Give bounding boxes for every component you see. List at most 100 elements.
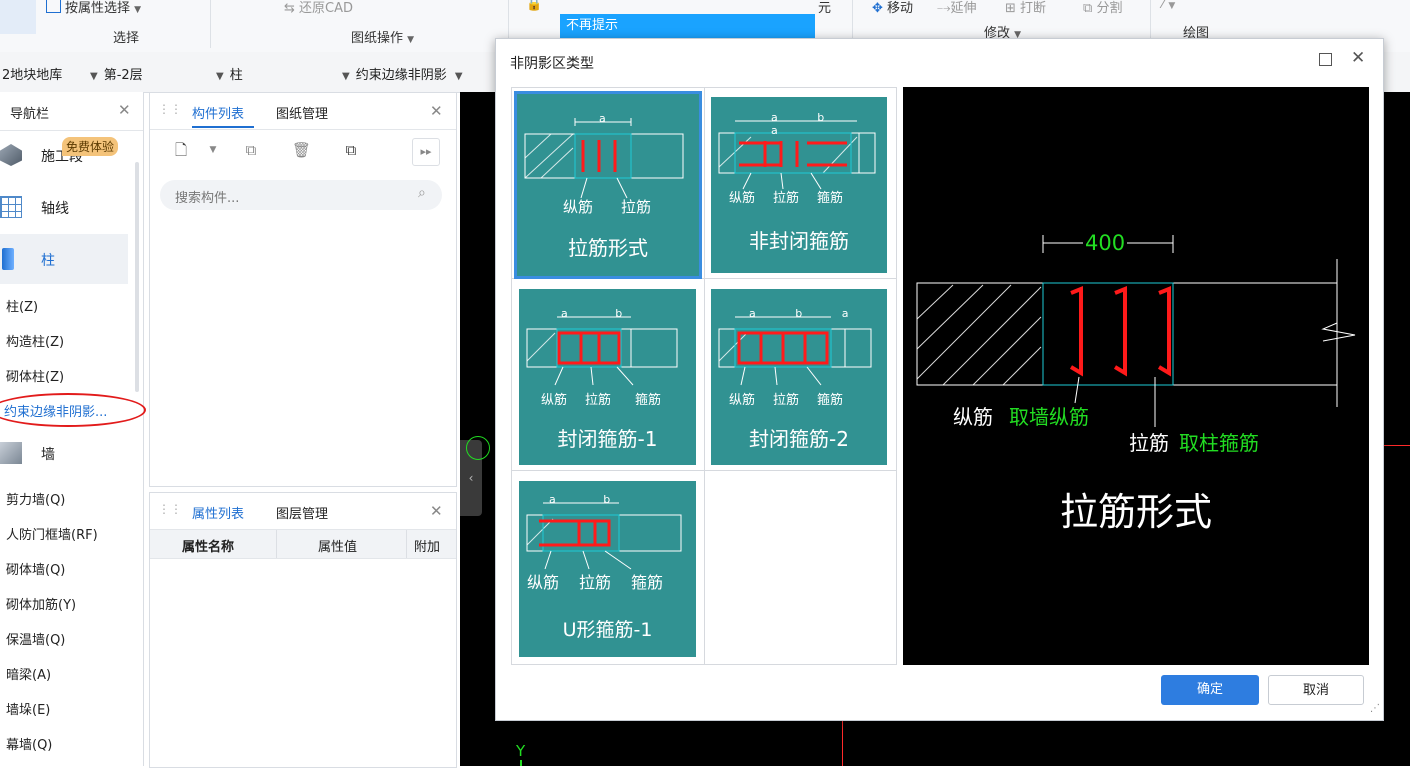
group-label-drawing[interactable]: 图纸操作 ▼ bbox=[351, 27, 414, 46]
label-tie: 拉筋 bbox=[773, 393, 800, 408]
search-input[interactable]: 搜索构件... ⌕ bbox=[160, 180, 442, 210]
chevron-down-icon: ▼ bbox=[454, 71, 463, 82]
label-stirrup: 箍筋 bbox=[817, 393, 844, 408]
nav-item-curtain-wall[interactable]: 幕墙(Q) bbox=[6, 734, 52, 753]
col-property-value: 属性值 bbox=[318, 540, 358, 555]
nav-item-masonry-wall[interactable]: 砌体墙(Q) bbox=[6, 559, 65, 578]
axis-line-horizontal bbox=[1380, 445, 1410, 446]
type-card-u-stirrup-1[interactable]: a b 纵筋 拉筋 箍筋 U形箍筋-1 bbox=[517, 479, 698, 659]
lock-icon[interactable]: 🔒 bbox=[526, 0, 542, 12]
draw-tool-button[interactable]: ⁄ ▼ bbox=[1162, 0, 1175, 12]
nav-item-column[interactable]: 柱(Z) bbox=[6, 296, 38, 315]
restore-cad-button[interactable]: ⇆ 还原CAD bbox=[284, 0, 353, 16]
category-select[interactable]: ▼ 柱 bbox=[216, 64, 243, 83]
split-icon: ⧉ bbox=[1083, 1, 1093, 16]
nav-category-wall[interactable]: 墙 bbox=[0, 428, 128, 478]
more-icon[interactable]: ▸▸ bbox=[412, 138, 440, 166]
label-tie: 拉筋 bbox=[585, 393, 612, 408]
nav-item-hidden-beam[interactable]: 暗梁(A) bbox=[6, 664, 51, 683]
break-icon: ⊞ bbox=[1005, 1, 1016, 16]
column-icon bbox=[2, 248, 14, 270]
chevron-down-icon: ▼ bbox=[90, 71, 98, 82]
closed-stirrup-1-diagram bbox=[526, 316, 678, 386]
label-longitudinal: 纵筋 bbox=[729, 393, 756, 408]
type-card-closed-stirrup-2[interactable]: a b a 纵筋 拉筋 箍筋 封闭箍筋-2 bbox=[709, 287, 889, 467]
drag-handle-icon[interactable]: ⋮⋮ bbox=[158, 102, 182, 116]
nav-scrollbar[interactable] bbox=[135, 162, 139, 392]
col-extra: 附加 bbox=[414, 540, 441, 555]
nav-item-structural-column[interactable]: 构造柱(Z) bbox=[6, 331, 64, 350]
nav-item-pilaster[interactable]: 墙垛(E) bbox=[6, 699, 50, 718]
chevron-down-icon: ▼ bbox=[342, 71, 350, 82]
close-icon[interactable]: ✕ bbox=[118, 101, 131, 119]
property-list-panel: ⋮⋮ 属性列表 图层管理 ✕ 属性名称 属性值 附加 bbox=[149, 492, 457, 768]
nav-title: 导航栏 bbox=[10, 107, 50, 122]
select-by-attribute-button[interactable]: 按属性选择 ▼ bbox=[46, 0, 141, 16]
dim-label: a bbox=[599, 112, 606, 125]
preview-title: 拉筋形式 bbox=[1059, 490, 1212, 534]
card-title: U形箍筋-1 bbox=[562, 619, 653, 641]
preview-label-longitudinal-source: 取墙纵筋 bbox=[1009, 405, 1089, 429]
nav-category-construction[interactable]: 施工段 免费体验 bbox=[0, 130, 128, 180]
floor-select[interactable]: ▼ 第-2层 bbox=[90, 64, 143, 83]
type-preview: 400 纵筋 取墙纵筋 拉筋 取柱箍筋 拉筋形式 bbox=[903, 87, 1369, 665]
preview-label-tie: 拉筋 bbox=[1129, 431, 1169, 455]
label-stirrup: 箍筋 bbox=[631, 573, 664, 592]
tab-component-list[interactable]: 构件列表 bbox=[192, 103, 244, 122]
nav-item-masonry-column[interactable]: 砌体柱(Z) bbox=[6, 366, 64, 385]
label-tie: 拉筋 bbox=[773, 191, 800, 206]
group-label-select: 选择 bbox=[113, 31, 140, 46]
split-button[interactable]: ⧉ 分割 bbox=[1083, 0, 1122, 16]
close-icon[interactable]: ✕ bbox=[430, 102, 443, 120]
nav-category-axis[interactable]: 轴线 bbox=[0, 182, 128, 232]
tab-property-list[interactable]: 属性列表 bbox=[192, 503, 244, 522]
type-card-closed-stirrup-1[interactable]: a b 纵筋 拉筋 箍筋 封闭箍筋-1 bbox=[517, 287, 698, 467]
nav-item-insulation-wall[interactable]: 保温墙(Q) bbox=[6, 629, 65, 648]
close-icon[interactable]: ✕ bbox=[1351, 48, 1365, 68]
extend-button[interactable]: ⤍延伸 bbox=[937, 0, 977, 16]
drag-handle-icon[interactable]: ⋮⋮ bbox=[158, 502, 182, 516]
dim-label: a b bbox=[561, 307, 645, 320]
nav-item-shear-wall[interactable]: 剪力墙(Q) bbox=[6, 489, 65, 508]
resize-grip-icon[interactable]: ⋰ bbox=[1370, 703, 1380, 714]
confirm-button[interactable]: 确定 bbox=[1161, 675, 1259, 705]
free-trial-badge[interactable]: 免费体验 bbox=[62, 137, 119, 156]
preview-label-tie-source: 取柱箍筋 bbox=[1179, 431, 1259, 455]
nav-category-column[interactable]: 柱 bbox=[0, 234, 128, 284]
tooltip-popup[interactable]: 不再提示 bbox=[560, 14, 815, 38]
cancel-button[interactable]: 取消 bbox=[1268, 675, 1364, 705]
card-title: 封闭箍筋-1 bbox=[557, 427, 658, 451]
duplicate-icon[interactable]: ⧉ bbox=[342, 141, 360, 159]
panel-divider bbox=[150, 129, 456, 130]
type-select[interactable]: ▼ 约束边缘非阴影 ▼ bbox=[342, 64, 469, 83]
polyline-icon: ⁄ bbox=[1162, 0, 1165, 12]
label-longitudinal: 纵筋 bbox=[563, 198, 594, 216]
dim-label: a b a bbox=[749, 307, 867, 320]
copy-icon[interactable]: ⧉ bbox=[242, 141, 260, 159]
break-button[interactable]: ⊞ 打断 bbox=[1005, 0, 1046, 16]
selection-highlight-ellipse bbox=[0, 393, 146, 427]
new-component-icon[interactable]: 🗋 bbox=[172, 141, 190, 159]
tab-layer-management[interactable]: 图层管理 bbox=[276, 503, 328, 522]
wall-icon bbox=[0, 442, 22, 464]
nav-item-masonry-rebar[interactable]: 砌体加筋(Y) bbox=[6, 594, 76, 613]
column-divider bbox=[406, 530, 407, 558]
chevron-down-icon: ▼ bbox=[216, 71, 224, 82]
nav-item-civil-defense-wall[interactable]: 人防门框墙(RF) bbox=[6, 524, 98, 543]
chevron-down-icon[interactable]: ▼ bbox=[204, 141, 222, 159]
label-tie: 拉筋 bbox=[621, 198, 652, 216]
project-select[interactable]: 2地块地库 bbox=[2, 64, 62, 83]
label-stirrup: 箍筋 bbox=[635, 393, 662, 408]
close-icon[interactable]: ✕ bbox=[430, 502, 443, 520]
dim-label: a b a bbox=[771, 111, 843, 137]
type-card-open-stirrup[interactable]: a b a 纵筋 拉筋 箍筋 非封闭箍筋 bbox=[709, 95, 889, 275]
type-card-tie-bar[interactable]: a 纵筋 拉筋 拉筋形式 bbox=[514, 91, 702, 279]
delete-icon[interactable]: 🗑 bbox=[292, 141, 311, 159]
move-button[interactable]: ✥ 移动 bbox=[872, 0, 913, 16]
maximize-icon[interactable] bbox=[1319, 53, 1332, 66]
column-divider bbox=[276, 530, 277, 558]
axis-label-y: Y bbox=[516, 742, 526, 760]
tab-drawing-management[interactable]: 图纸管理 bbox=[276, 103, 328, 122]
search-icon[interactable]: ⌕ bbox=[418, 185, 426, 201]
ribbon-divider bbox=[210, 0, 211, 48]
